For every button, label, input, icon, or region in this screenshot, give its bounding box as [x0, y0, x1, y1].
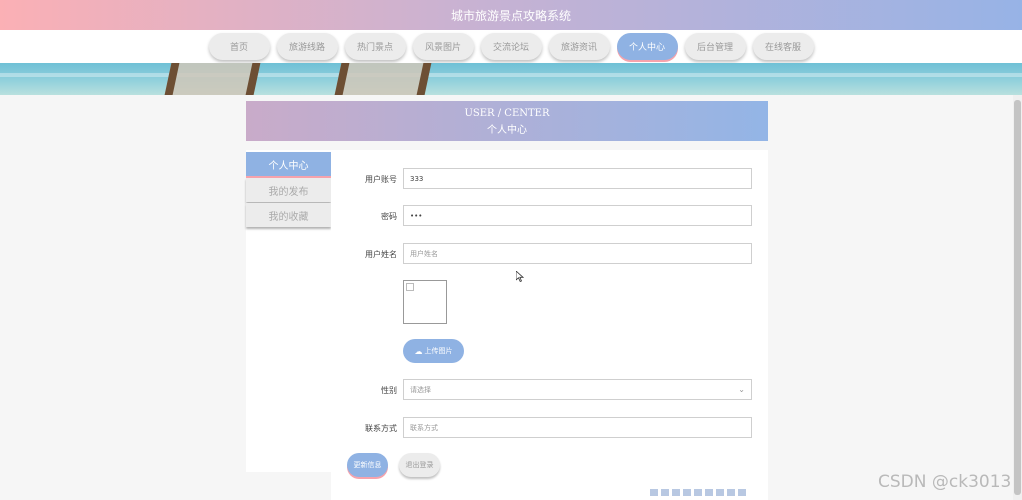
profile-form-panel: [331, 150, 768, 500]
contact-input[interactable]: 联系方式: [403, 417, 752, 438]
nav-item-admin[interactable]: 后台管理: [684, 33, 746, 60]
site-title-bar: 城市旅游景点攻略系统: [0, 0, 1022, 30]
mouse-cursor-icon: [516, 271, 524, 282]
sidebar-item-my-favorites[interactable]: 我的收藏: [246, 203, 331, 227]
chevron-down-icon: ⌄: [738, 385, 745, 394]
password-label: 密码: [381, 212, 397, 221]
user-center-header: USER / CENTER 个人中心: [246, 101, 768, 141]
nav-item-routes[interactable]: 旅游线路: [276, 33, 338, 60]
user-sidebar: 个人中心 我的发布 我的收藏: [246, 150, 331, 472]
name-label: 用户姓名: [365, 250, 397, 259]
account-label: 用户账号: [365, 175, 397, 184]
password-value: •••: [410, 211, 423, 220]
nav-item-home[interactable]: 首页: [208, 33, 270, 60]
scrollbar-thumb[interactable]: [1014, 100, 1021, 495]
beach-banner: [0, 63, 1022, 95]
toolbar-icon[interactable]: [672, 489, 680, 496]
contact-placeholder: 联系方式: [410, 423, 438, 432]
gender-label: 性别: [381, 386, 397, 395]
banner-wave: [0, 73, 1022, 77]
name-placeholder: 用户姓名: [410, 249, 438, 258]
floating-toolbar: [650, 489, 749, 498]
cloud-upload-icon: ☁: [414, 346, 423, 356]
toolbar-icon[interactable]: [738, 489, 746, 496]
account-value: 333: [410, 174, 424, 183]
nav-item-news[interactable]: 旅游资讯: [548, 33, 610, 60]
toolbar-icon[interactable]: [661, 489, 669, 496]
update-info-button[interactable]: 更新信息: [347, 453, 388, 477]
toolbar-icon[interactable]: [727, 489, 735, 496]
beach-chair: [164, 63, 258, 95]
logout-button[interactable]: 退出登录: [399, 453, 440, 477]
upload-image-button[interactable]: ☁ 上传图片: [403, 339, 464, 363]
nav-item-hot-spots[interactable]: 热门景点: [344, 33, 406, 60]
nav-item-scenery-photos[interactable]: 风景图片: [412, 33, 474, 60]
toolbar-icon[interactable]: [716, 489, 724, 496]
page-scrollbar[interactable]: [1013, 95, 1022, 500]
name-input[interactable]: 用户姓名: [403, 243, 752, 264]
main-nav: 首页 旅游线路 热门景点 风景图片 交流论坛 旅游资讯 个人中心 后台管理 在线…: [0, 30, 1022, 63]
sidebar-item-my-posts[interactable]: 我的发布: [246, 178, 331, 202]
user-center-title-en: USER / CENTER: [464, 108, 550, 119]
contact-label: 联系方式: [365, 424, 397, 433]
toolbar-icon[interactable]: [705, 489, 713, 496]
beach-chair: [334, 63, 428, 95]
avatar-image: [403, 280, 447, 324]
account-input[interactable]: 333: [403, 168, 752, 189]
user-center-title-cn: 个人中心: [487, 125, 527, 136]
nav-item-user-center[interactable]: 个人中心: [616, 33, 678, 60]
site-title: 城市旅游景点攻略系统: [450, 8, 571, 23]
upload-image-label: 上传图片: [424, 347, 453, 355]
broken-image-icon: [406, 283, 414, 291]
sidebar-item-user-center[interactable]: 个人中心: [246, 152, 331, 176]
csdn-watermark: CSDN @ck3013: [878, 472, 1012, 492]
toolbar-icon[interactable]: [694, 489, 702, 496]
nav-item-forum[interactable]: 交流论坛: [480, 33, 542, 60]
gender-select[interactable]: 请选择 ⌄: [403, 379, 752, 400]
nav-item-online-service[interactable]: 在线客服: [752, 33, 814, 60]
gender-placeholder: 请选择: [410, 385, 431, 394]
password-input[interactable]: •••: [403, 205, 752, 226]
toolbar-icon[interactable]: [683, 489, 691, 496]
toolbar-icon[interactable]: [650, 489, 658, 496]
